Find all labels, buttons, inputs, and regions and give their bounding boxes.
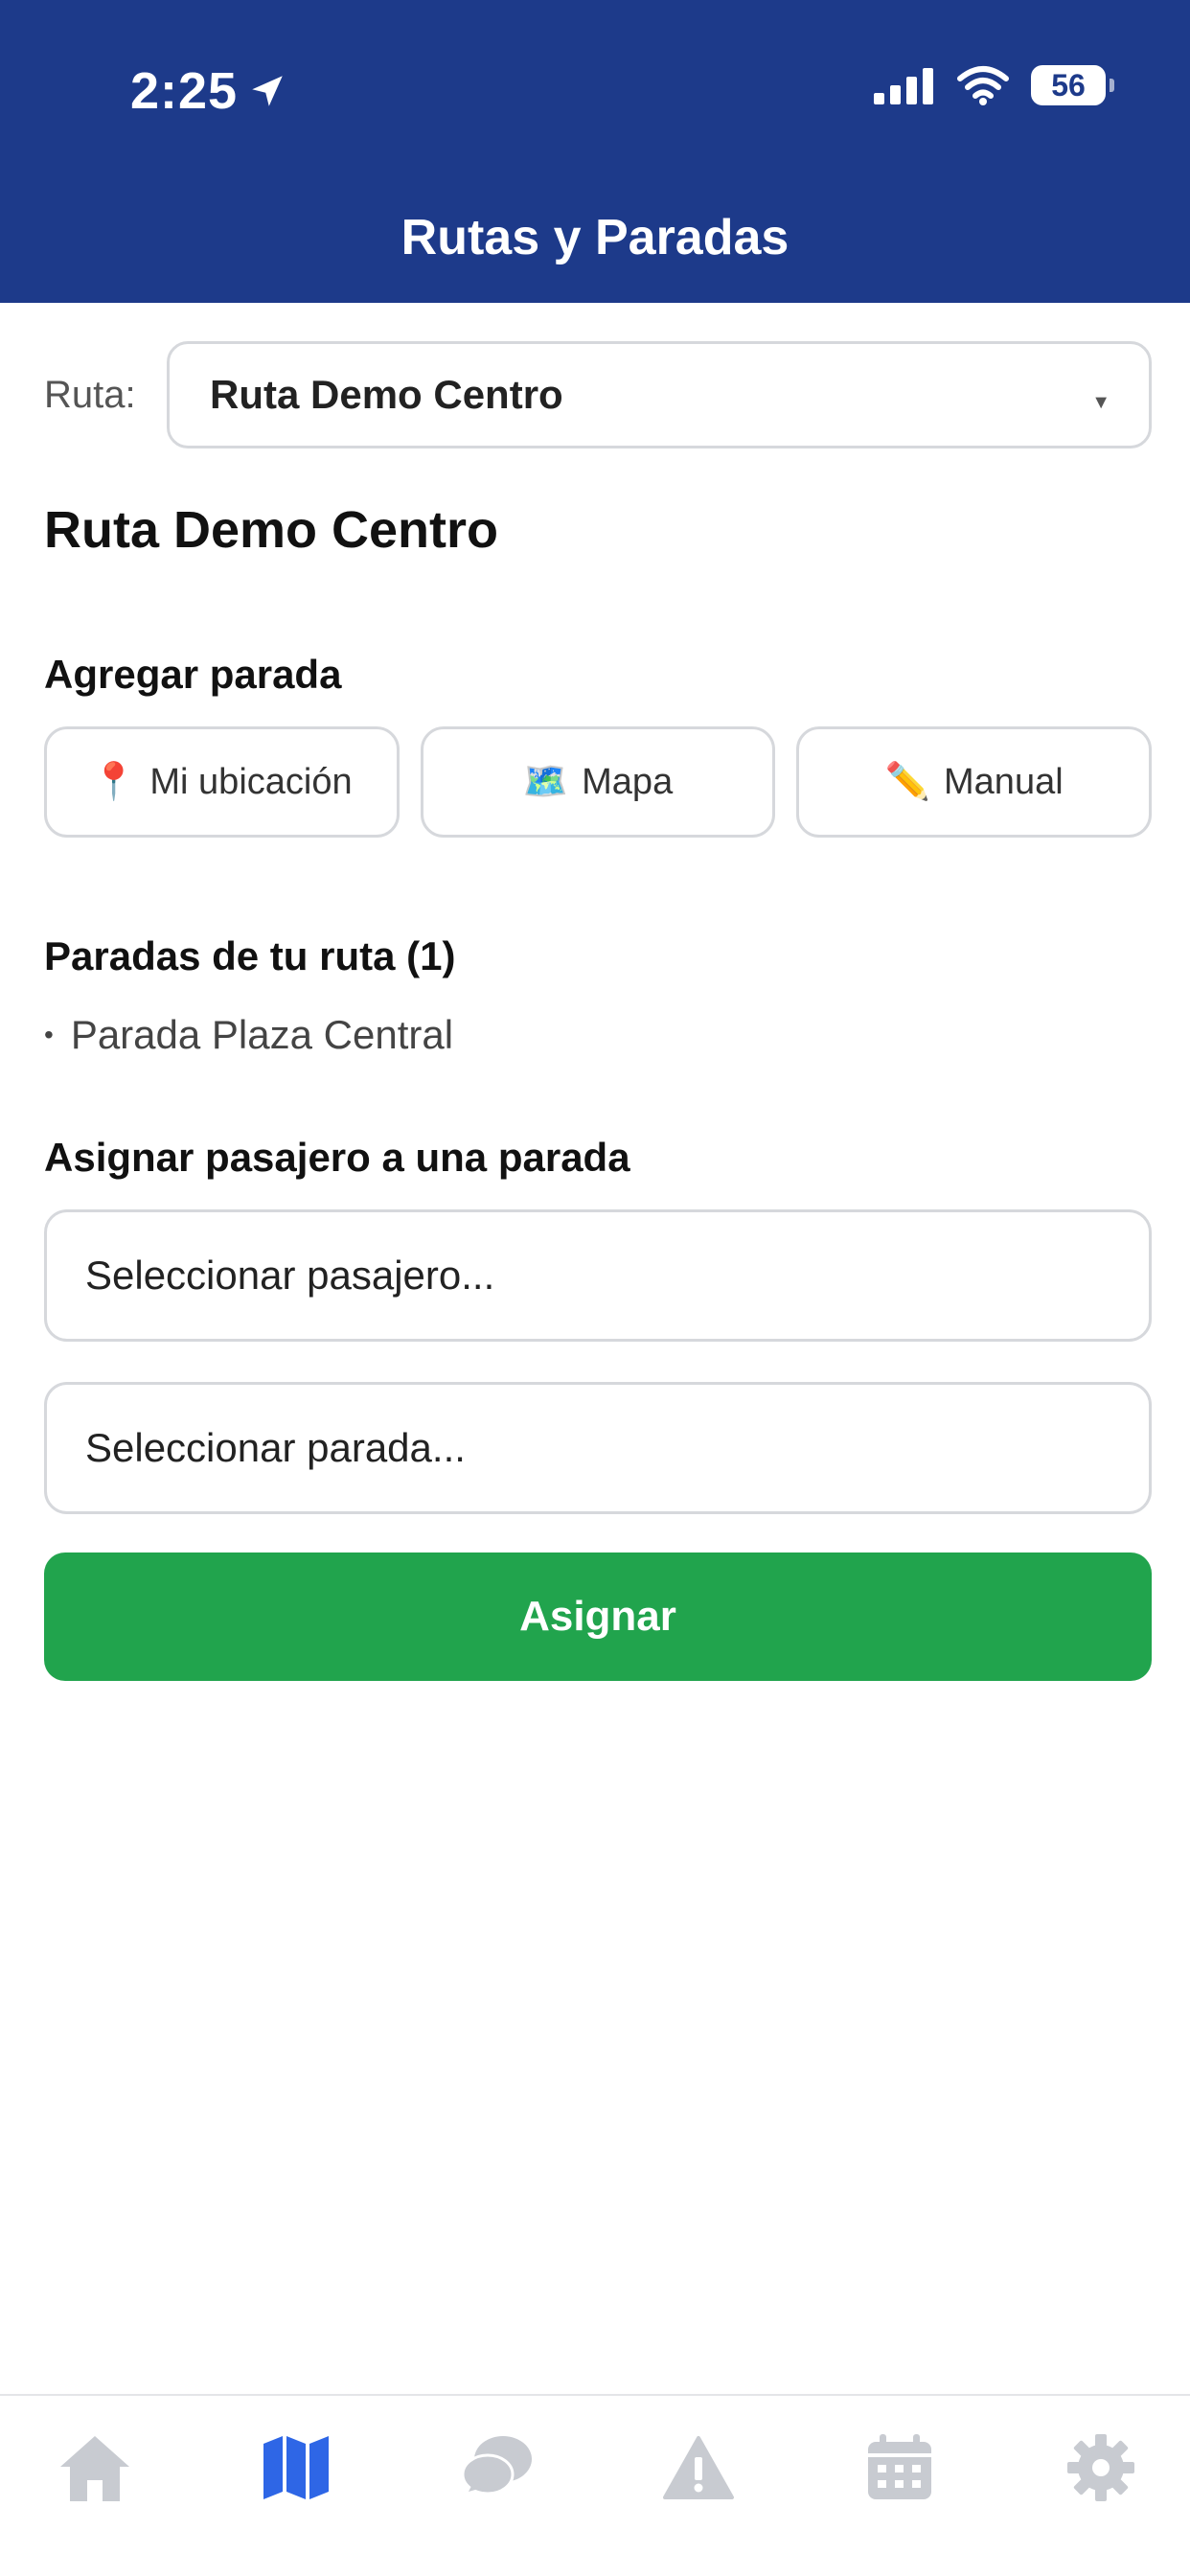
add-stop-heading: Agregar parada [44,652,342,697]
battery-icon: 56 [1031,65,1114,105]
pencil-icon: ✏️ [884,762,931,802]
location-arrow-icon [252,76,283,106]
dropdown-caret-icon: ▼ [1091,392,1110,413]
map-label: Mapa [582,761,674,802]
stops-heading: Paradas de tu ruta (1) [44,933,456,978]
route-title: Ruta Demo Centro [44,501,499,559]
wifi-icon [957,66,1009,105]
status-icons: 56 [874,65,1114,105]
cellular-signal-icon [874,68,933,104]
route-label: Ruta: [44,373,136,416]
manual-label: Manual [944,761,1064,802]
passenger-select[interactable]: Seleccionar pasajero... [44,1209,1152,1342]
alert-icon [663,2436,734,2499]
page-title: Rutas y Paradas [400,210,790,265]
list-item: • Parada Plaza Central [44,1012,453,1058]
settings-icon [1067,2434,1134,2501]
add-stop-options: 📍 Mi ubicación 🗺️ Mapa ✏️ Manual [44,726,1153,838]
map-icon: 🗺️ [522,762,569,802]
bullet-icon: • [44,1020,54,1049]
tab-chat[interactable] [454,2425,540,2511]
stop-name: Parada Plaza Central [70,1012,454,1057]
app-header: 2:25 56 Rutas y Paradas [0,0,1190,303]
my-location-label: Mi ubicación [149,761,353,802]
my-location-button[interactable]: 📍 Mi ubicación [44,726,400,838]
stop-select[interactable]: Seleccionar parada... [44,1382,1152,1514]
route-select-value: Ruta Demo Centro [210,372,563,417]
battery-level: 56 [1051,67,1086,103]
home-icon [60,2436,129,2501]
tab-map[interactable] [253,2425,339,2511]
assign-heading: Asignar pasajero a una parada [44,1135,630,1180]
map-icon [263,2436,329,2499]
pin-icon: 📍 [91,762,137,802]
tab-home[interactable] [52,2425,138,2511]
bottom-tab-bar [0,2394,1190,2576]
status-time-text: 2:25 [130,62,239,120]
tab-settings[interactable] [1058,2425,1144,2511]
tab-calendar[interactable] [857,2425,943,2511]
map-button[interactable]: 🗺️ Mapa [420,726,776,838]
passenger-select-placeholder: Seleccionar pasajero... [85,1253,495,1298]
stop-select-placeholder: Seleccionar parada... [85,1425,466,1470]
tab-alerts[interactable] [655,2425,742,2511]
manual-button[interactable]: ✏️ Manual [796,726,1153,838]
calendar-icon [868,2434,931,2499]
chat-icon [461,2436,532,2496]
status-time: 2:25 [130,61,287,121]
route-select[interactable]: Ruta Demo Centro ▼ [167,341,1152,448]
route-selector-row: Ruta: Ruta Demo Centro ▼ [44,341,1152,448]
assign-button[interactable]: Asignar [44,1552,1152,1681]
